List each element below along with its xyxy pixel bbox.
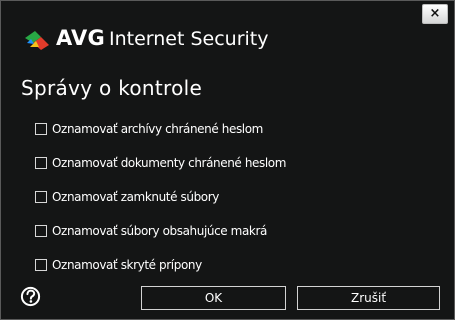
checkbox-macros[interactable]	[35, 225, 47, 237]
option-locked-files[interactable]: Oznamovať zamknuté súbory	[35, 188, 286, 206]
avg-logo-icon	[25, 31, 49, 50]
cancel-button[interactable]: Zrušiť	[297, 286, 440, 310]
option-label: Oznamovať archívy chránené heslom	[52, 122, 263, 136]
product-name: Internet Security	[109, 28, 269, 50]
title-bar: AVG Internet Security ×	[1, 1, 454, 61]
close-button[interactable]: ×	[422, 4, 448, 24]
checkbox-locked-files[interactable]	[35, 191, 47, 203]
option-documents[interactable]: Oznamovať dokumenty chránené heslom	[35, 154, 286, 172]
section-title: Správy o kontrole	[21, 76, 203, 100]
option-label: Oznamovať súbory obsahujúce makrá	[52, 224, 267, 238]
option-label: Oznamovať dokumenty chránené heslom	[52, 156, 287, 170]
help-icon[interactable]	[20, 286, 41, 307]
options-list: Oznamovať archívy chránené heslom Oznamo…	[35, 120, 286, 290]
option-label: Oznamovať zamknuté súbory	[52, 190, 219, 204]
checkbox-archives[interactable]	[35, 123, 47, 135]
close-icon: ×	[429, 6, 441, 21]
option-macros[interactable]: Oznamovať súbory obsahujúce makrá	[35, 222, 286, 240]
brand-name: AVG	[56, 26, 105, 50]
checkbox-hidden-extensions[interactable]	[35, 259, 47, 271]
checkbox-documents[interactable]	[35, 157, 47, 169]
option-archives[interactable]: Oznamovať archívy chránené heslom	[35, 120, 286, 138]
ok-button[interactable]: OK	[141, 286, 286, 310]
option-hidden-extensions[interactable]: Oznamovať skryté prípony	[35, 256, 286, 274]
dialog-window: AVG Internet Security × Správy o kontrol…	[0, 0, 455, 320]
option-label: Oznamovať skryté prípony	[52, 258, 202, 272]
